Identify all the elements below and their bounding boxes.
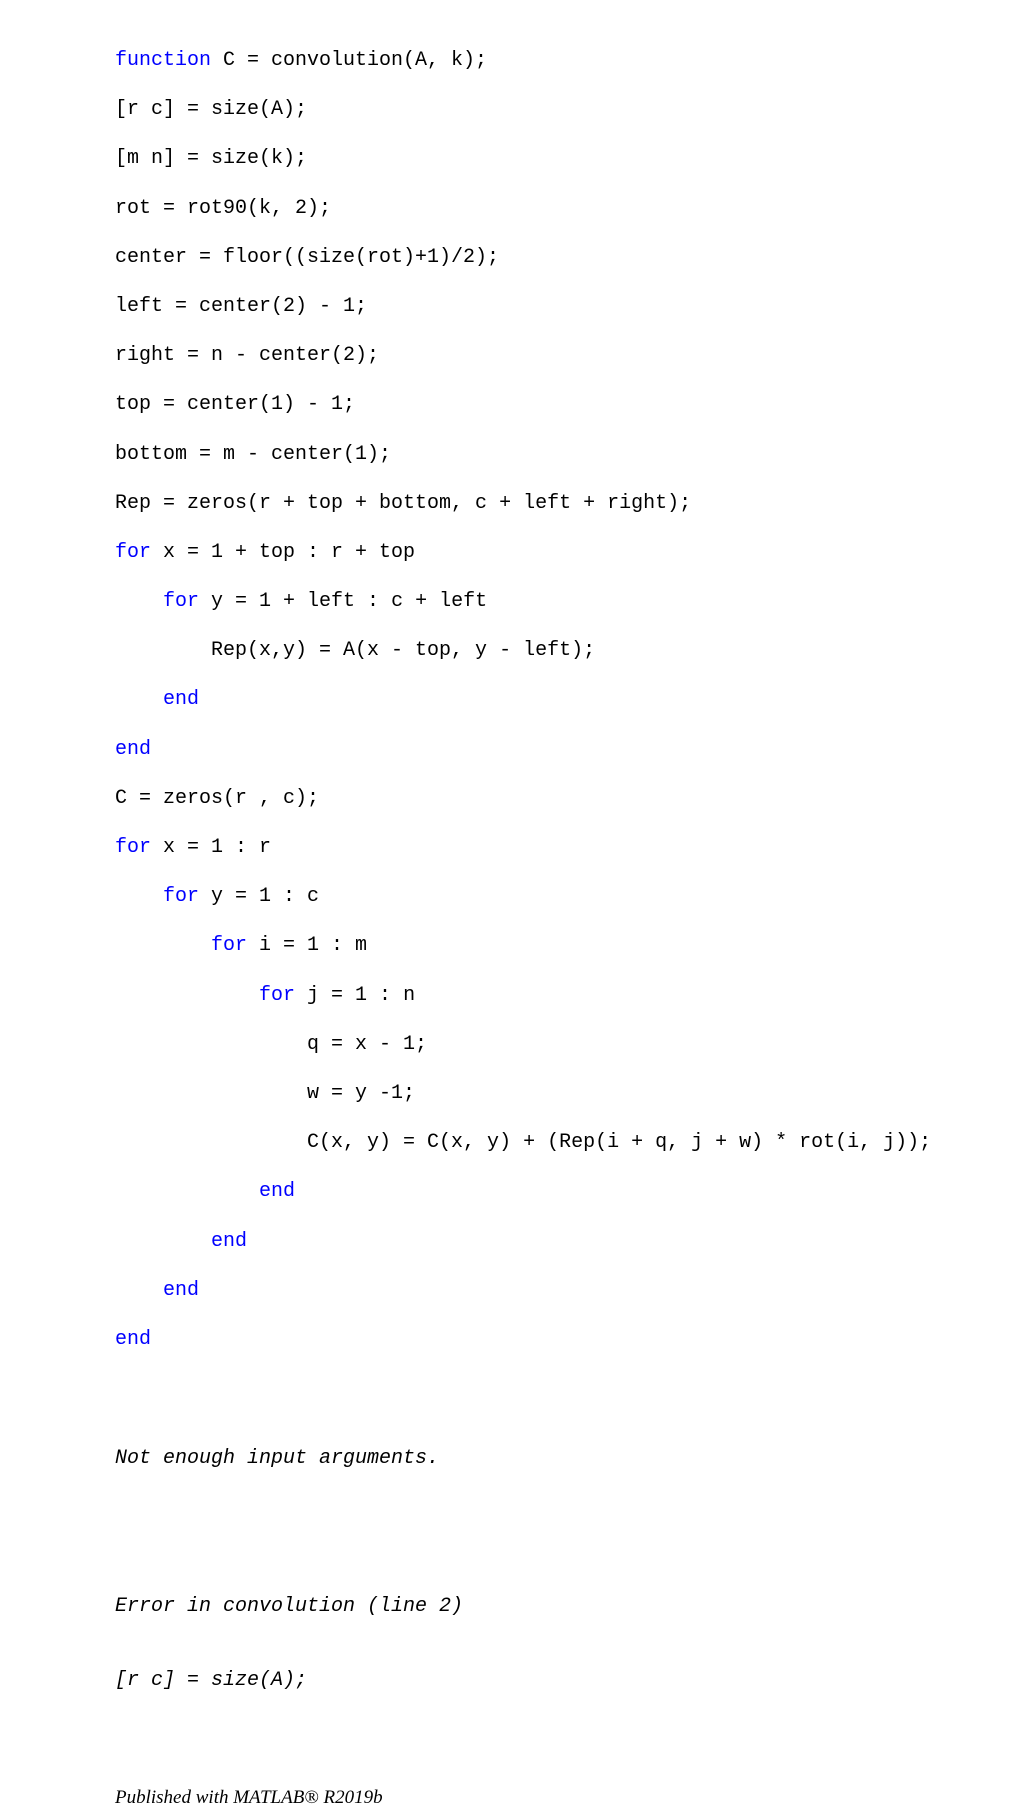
- code-line: C(x, y) = C(x, y) + (Rep(i + q, j + w) *…: [115, 1131, 1015, 1156]
- code-line: end: [115, 1230, 1015, 1255]
- code-line: for i = 1 : m: [115, 934, 1015, 959]
- code-line: [m n] = size(k);: [115, 147, 1015, 172]
- code-text: x = 1 + top : r + top: [151, 540, 416, 564]
- code-line: end: [115, 738, 1015, 763]
- code-line: Rep(x,y) = A(x - top, y - left);: [115, 639, 1015, 664]
- code-keyword: function: [115, 49, 212, 72]
- code-keyword: end: [163, 688, 200, 712]
- code-keyword: for: [115, 540, 152, 564]
- code-text: Rep(x,y) = A(x - top, y - left);: [211, 639, 596, 663]
- code-line: end: [115, 688, 1015, 713]
- code-text: [r c] = size(A);: [115, 98, 308, 122]
- code-text: w = y -1;: [307, 1081, 416, 1105]
- code-line: bottom = m - center(1);: [115, 443, 1015, 468]
- error-source-line: [r c] = size(A);: [115, 1668, 308, 1692]
- code-text: y = 1 + left : c + left: [199, 590, 488, 614]
- code-text: q = x - 1;: [307, 1032, 428, 1056]
- code-line: top = center(1) - 1;: [115, 393, 1015, 418]
- code-text: i = 1 : m: [247, 934, 368, 958]
- code-text: left = center(2) - 1;: [115, 294, 368, 318]
- code-keyword: for: [163, 590, 200, 614]
- code-text: x = 1 : r: [151, 836, 272, 859]
- code-text: Rep = zeros(r + top + bottom, c + left +…: [115, 491, 692, 515]
- code-keyword: end: [115, 737, 152, 761]
- code-keyword: for: [259, 983, 296, 1007]
- document-content: function C = convolution(A, k); [r c] = …: [115, 49, 1015, 1809]
- code-line: C = zeros(r , c);: [115, 787, 1015, 812]
- code-line: end: [115, 1180, 1015, 1205]
- matlab-error-output: Not enough input arguments. Error in con…: [115, 1398, 1015, 1742]
- matlab-code-block: function C = convolution(A, k); [r c] = …: [115, 49, 1015, 1377]
- code-text: bottom = m - center(1);: [115, 442, 392, 466]
- code-text: C(x, y) = C(x, y) + (Rep(i + q, j + w) *…: [307, 1131, 932, 1155]
- code-text: center = floor((size(rot)+1)/2);: [115, 245, 500, 269]
- code-line: [r c] = size(A);: [115, 98, 1015, 123]
- code-keyword: for: [211, 934, 248, 958]
- code-line: for x = 1 : r: [115, 836, 1015, 861]
- code-line: w = y -1;: [115, 1082, 1015, 1107]
- code-text: C = zeros(r , c);: [115, 786, 320, 810]
- code-line: q = x - 1;: [115, 1033, 1015, 1058]
- code-text: C = convolution(A, k);: [211, 49, 488, 72]
- code-keyword: end: [163, 1278, 200, 1302]
- code-line: for x = 1 + top : r + top: [115, 541, 1015, 566]
- error-location: Error in convolution (line 2): [115, 1594, 464, 1618]
- code-keyword: end: [259, 1180, 296, 1204]
- code-line: rot = rot90(k, 2);: [115, 197, 1015, 222]
- code-keyword: for: [163, 885, 200, 909]
- code-line: left = center(2) - 1;: [115, 295, 1015, 320]
- code-line: for y = 1 : c: [115, 885, 1015, 910]
- code-text: y = 1 : c: [199, 885, 320, 909]
- error-message: Not enough input arguments.: [115, 1447, 440, 1471]
- code-line: Rep = zeros(r + top + bottom, c + left +…: [115, 492, 1015, 517]
- error-blank-line: [115, 1521, 1015, 1546]
- code-line: end: [115, 1279, 1015, 1304]
- code-line: end: [115, 1328, 1015, 1353]
- code-line: for j = 1 : n: [115, 984, 1015, 1009]
- code-text: right = n - center(2);: [115, 344, 380, 368]
- code-keyword: end: [211, 1229, 248, 1253]
- code-line: center = floor((size(rot)+1)/2);: [115, 246, 1015, 271]
- published-with-footer: Published with MATLAB® R2019b: [115, 1787, 383, 1809]
- code-text: j = 1 : n: [295, 983, 416, 1007]
- published-document-page: function C = convolution(A, k); [r c] = …: [0, 0, 1024, 1808]
- code-text: [m n] = size(k);: [115, 147, 308, 171]
- code-text: rot = rot90(k, 2);: [115, 196, 332, 220]
- code-keyword: end: [115, 1327, 152, 1351]
- code-line: right = n - center(2);: [115, 344, 1015, 369]
- code-line: function C = convolution(A, k);: [115, 49, 1015, 74]
- code-text: top = center(1) - 1;: [115, 393, 356, 417]
- code-keyword: for: [115, 836, 152, 859]
- code-line: for y = 1 + left : c + left: [115, 590, 1015, 615]
